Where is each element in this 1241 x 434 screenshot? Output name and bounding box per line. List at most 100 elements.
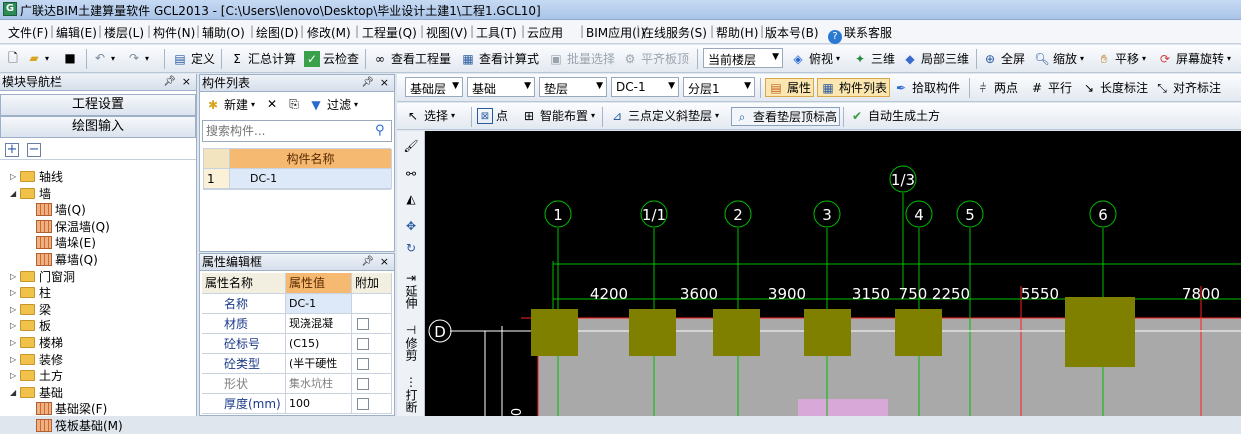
flat-top-button[interactable]: ⚙ 平齐板顶 bbox=[622, 50, 689, 67]
component-list-toggle[interactable]: ▦ 构件列表 bbox=[817, 78, 891, 97]
two-points-button[interactable]: ⫩ 两点 bbox=[975, 79, 1018, 96]
delete-button[interactable]: ✕ bbox=[264, 96, 280, 112]
zoom-button[interactable]: 🔍︎ 缩放 ▾ bbox=[1034, 50, 1084, 67]
menu-item[interactable]: 楼层(L) bbox=[104, 24, 144, 41]
tree-item[interactable]: 筏板基础(M) bbox=[36, 417, 123, 434]
property-value[interactable]: DC-1 bbox=[286, 294, 352, 314]
tree-folder[interactable]: ▷ 楼梯 bbox=[10, 334, 63, 351]
batch-select-button[interactable]: ▣ 批量选择 bbox=[548, 50, 615, 67]
menu-item[interactable]: 绘图(D) bbox=[256, 24, 299, 41]
select-button[interactable]: ↖ 选择 ▾ bbox=[405, 107, 455, 124]
expand-right-icon[interactable]: ▷ bbox=[10, 172, 20, 181]
menu-item[interactable]: 帮助(H) bbox=[716, 24, 758, 41]
close-icon[interactable]: × bbox=[380, 75, 389, 91]
redo-button[interactable]: ↷ ▾ bbox=[126, 50, 149, 66]
length-dim-button[interactable]: ↘ 长度标注 bbox=[1081, 79, 1148, 96]
tree-folder[interactable]: ▷ 梁 bbox=[10, 301, 51, 318]
property-value[interactable]: (半干硬性 bbox=[286, 354, 352, 374]
save-button[interactable]: ■ bbox=[62, 50, 78, 66]
menu-item[interactable]: 版本号(B) bbox=[765, 24, 819, 41]
component-select[interactable]: DC-1 ▼ bbox=[611, 77, 679, 97]
expand-right-icon[interactable]: ▷ bbox=[10, 355, 20, 364]
mirror-link-icon[interactable]: ⚯ bbox=[401, 167, 421, 181]
three-d-button[interactable]: ✦ 三维 bbox=[852, 50, 895, 67]
filter-button[interactable]: ▼ 过滤 ▾ bbox=[308, 96, 358, 113]
tree-folder[interactable]: ◢ 墙 bbox=[10, 185, 51, 202]
expand-right-icon[interactable]: ▷ bbox=[10, 272, 20, 281]
sublayer-select[interactable]: 分层1 ▼ bbox=[683, 77, 755, 97]
undo-button[interactable]: ↶ ▾ bbox=[92, 50, 115, 66]
category-select[interactable]: 基础 ▼ bbox=[467, 77, 535, 97]
expand-right-icon[interactable]: ▷ bbox=[10, 288, 20, 297]
brush-icon[interactable]: 🖌︎ bbox=[401, 139, 421, 153]
local-3d-button[interactable]: ◆ 局部三维 bbox=[902, 50, 969, 67]
parallel-button[interactable]: # 平行 bbox=[1029, 79, 1072, 96]
expand-all-button[interactable]: + bbox=[5, 143, 19, 157]
break-button[interactable]: ⋮ 打断 bbox=[401, 375, 421, 416]
open-file-button[interactable]: ▰ ▾ bbox=[26, 50, 49, 66]
pin-icon[interactable]: 📌︎ bbox=[163, 74, 176, 90]
type-select[interactable]: 垫层 ▼ bbox=[539, 77, 607, 97]
contact-service-menu[interactable]: ? 联系客服 bbox=[828, 24, 892, 44]
trim-button[interactable]: ⊣ 修剪 bbox=[401, 323, 421, 364]
menu-item[interactable]: 构件(N) bbox=[153, 24, 195, 41]
tree-item[interactable]: 墙垛(E) bbox=[36, 234, 96, 251]
top-view-button[interactable]: ◈ 俯视 ▾ bbox=[790, 50, 840, 67]
sum-calc-button[interactable]: Σ 汇总计算 bbox=[229, 50, 296, 67]
tree-item[interactable]: 保温墙(Q) bbox=[36, 218, 110, 235]
search-component-input[interactable] bbox=[202, 120, 392, 142]
tree-folder[interactable]: ▷ 门窗洞 bbox=[10, 268, 75, 285]
collapse-all-button[interactable]: − bbox=[27, 143, 41, 157]
expand-right-icon[interactable]: ▷ bbox=[10, 321, 20, 330]
pin-icon[interactable]: 📌︎ bbox=[361, 75, 374, 91]
mirror-icon[interactable]: ◭ bbox=[401, 192, 421, 206]
rotate-icon[interactable]: ↻ bbox=[401, 241, 421, 255]
smart-layout-button[interactable]: ⊞ 智能布置 ▾ bbox=[521, 107, 595, 124]
cad-drawing[interactable]: 1 1/1 2 3 4 5 6 1/3 D 0 4200 3600 3900 3150 750 2250 555… bbox=[425, 131, 1241, 416]
checkbox[interactable] bbox=[357, 398, 369, 410]
new-component-button[interactable]: ✱ 新建 ▾ bbox=[205, 96, 255, 113]
define-button[interactable]: ▤ 定义 bbox=[172, 50, 215, 67]
view-qty-button[interactable]: ∞ 查看工程量 bbox=[372, 50, 451, 67]
point-button[interactable]: ⊠ 点 bbox=[477, 107, 508, 124]
tree-folder[interactable]: ◢ 基础 bbox=[10, 384, 63, 401]
pin-icon[interactable]: 📌︎ bbox=[361, 254, 374, 270]
tree-folder[interactable]: ▷ 柱 bbox=[10, 284, 51, 301]
extend-button[interactable]: ⇥ 延伸 bbox=[401, 271, 421, 312]
expand-right-icon[interactable]: ▷ bbox=[10, 305, 20, 314]
expand-right-icon[interactable]: ▷ bbox=[10, 338, 20, 347]
property-value[interactable]: 100 bbox=[286, 394, 352, 414]
property-value[interactable]: 现浇混凝 bbox=[286, 314, 352, 334]
checkbox[interactable] bbox=[357, 338, 369, 350]
attributes-toggle[interactable]: ▤ 属性 bbox=[765, 78, 815, 97]
menu-item[interactable]: 在线服务(S) bbox=[642, 24, 707, 41]
tree-item[interactable]: 基础梁(F) bbox=[36, 400, 107, 417]
tree-folder[interactable]: ▷ 装修 bbox=[10, 351, 63, 368]
layer-select[interactable]: 基础层 ▼ bbox=[405, 77, 463, 97]
draw-input-button[interactable]: 绘图输入 bbox=[0, 116, 196, 138]
checkbox[interactable] bbox=[357, 318, 369, 330]
pick-component-button[interactable]: ✒ 拾取构件 bbox=[893, 79, 960, 96]
property-value[interactable]: (C15) bbox=[286, 334, 352, 354]
copy-button[interactable]: ⎘ bbox=[286, 96, 302, 112]
tree-folder[interactable]: ▷ 轴线 bbox=[10, 168, 63, 185]
rotate-button[interactable]: ⟳ 屏幕旋转 ▾ bbox=[1157, 50, 1231, 67]
menu-item[interactable]: 编辑(E) bbox=[56, 24, 97, 41]
expand-right-icon[interactable]: ▷ bbox=[10, 371, 20, 380]
menu-item[interactable]: 工程量(Q) bbox=[362, 24, 417, 41]
tree-folder[interactable]: ▷ 土方 bbox=[10, 367, 63, 384]
expand-down-icon[interactable]: ◢ bbox=[10, 388, 20, 397]
column-header-name[interactable]: 构件名称 bbox=[230, 149, 392, 169]
project-settings-button[interactable]: 工程设置 bbox=[0, 94, 196, 116]
auto-earthwork-button[interactable]: ✔ 自动生成土方 bbox=[849, 107, 940, 124]
tree-item[interactable]: 幕墙(Q) bbox=[36, 251, 98, 268]
new-file-button[interactable]: 🗋 bbox=[5, 50, 21, 66]
view-top-elevation-button[interactable]: ⌕ 查看垫层顶标高 bbox=[731, 107, 841, 126]
menu-item[interactable]: 修改(M) bbox=[307, 24, 351, 41]
align-dim-button[interactable]: ⤡ 对齐标注 bbox=[1154, 79, 1221, 96]
property-value[interactable]: 集水坑柱 bbox=[286, 374, 352, 394]
menu-item[interactable]: 云应用 bbox=[527, 24, 563, 41]
checkbox[interactable] bbox=[357, 378, 369, 390]
tree-folder[interactable]: ▷ 板 bbox=[10, 317, 51, 334]
close-icon[interactable]: × bbox=[182, 74, 191, 90]
